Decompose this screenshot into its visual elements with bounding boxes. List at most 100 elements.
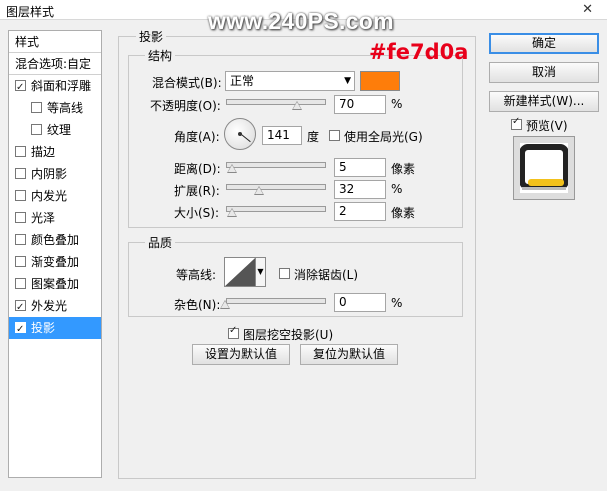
checkbox-inner-glow[interactable] xyxy=(15,190,26,201)
close-icon[interactable]: ✕ xyxy=(582,2,593,17)
style-item-inner-shadow[interactable]: 内阴影 xyxy=(9,163,101,185)
style-item-inner-glow[interactable]: 内发光 xyxy=(9,185,101,207)
preview-label: 预览(V) xyxy=(526,119,568,133)
style-item-label: 内阴影 xyxy=(31,167,68,181)
antialias-label: 消除锯齿(L) xyxy=(294,268,359,282)
contour-curve-icon xyxy=(225,258,255,286)
global-light-label: 使用全局光(G) xyxy=(344,130,423,144)
noise-input[interactable]: 0 xyxy=(334,293,386,312)
style-item-label: 等高线 xyxy=(47,101,84,115)
style-item-label: 颜色叠加 xyxy=(31,233,80,247)
knockout-checkbox[interactable] xyxy=(228,325,239,339)
checkbox-color-overlay[interactable] xyxy=(15,234,26,245)
angle-label: 角度(A): xyxy=(174,130,220,144)
style-item-bevel-emboss[interactable]: 斜面和浮雕 xyxy=(9,75,101,99)
style-item-label: 光泽 xyxy=(31,211,56,225)
checkbox-gradient-overlay[interactable] xyxy=(15,256,26,267)
noise-label: 杂色(N): xyxy=(174,298,221,312)
checkbox-texture[interactable] xyxy=(31,124,42,135)
chevron-down-icon: ▼ xyxy=(344,76,351,86)
blend-mode-value: 正常 xyxy=(230,74,255,88)
style-item-satin[interactable]: 光泽 xyxy=(9,207,101,229)
window-title: 图层样式 xyxy=(6,5,55,19)
style-item-label: 纹理 xyxy=(47,123,72,137)
style-item-outer-glow[interactable]: 外发光 xyxy=(9,295,101,319)
distance-label: 距离(D): xyxy=(174,162,221,176)
distance-unit: 像素 xyxy=(391,162,416,176)
style-item-texture[interactable]: 纹理 xyxy=(9,119,101,141)
reset-default-button[interactable]: 复位为默认值 xyxy=(300,344,398,365)
cancel-button[interactable]: 取消 xyxy=(489,62,599,83)
structure-title: 结构 xyxy=(145,47,176,64)
size-slider[interactable] xyxy=(226,206,326,212)
spread-label: 扩展(R): xyxy=(174,184,220,198)
make-default-button[interactable]: 设置为默认值 xyxy=(192,344,290,365)
checkbox-pattern-overlay[interactable] xyxy=(15,278,26,289)
style-item-label: 斜面和浮雕 xyxy=(31,79,92,93)
contour-label: 等高线: xyxy=(176,268,217,282)
style-item-label: 内发光 xyxy=(31,189,68,203)
style-item-gradient-overlay[interactable]: 渐变叠加 xyxy=(9,251,101,273)
style-item-label: 渐变叠加 xyxy=(31,255,80,269)
opacity-label: 不透明度(O): xyxy=(150,99,221,113)
style-list-header[interactable]: 样式 xyxy=(9,31,101,53)
contour-preview[interactable] xyxy=(224,257,256,287)
checkbox-stroke[interactable] xyxy=(15,146,26,157)
preview-checkbox[interactable] xyxy=(511,116,522,130)
new-style-button[interactable]: 新建样式(W)... xyxy=(489,91,599,112)
angle-dial[interactable] xyxy=(224,118,256,150)
checkbox-outer-glow[interactable] xyxy=(15,297,26,319)
knockout-label: 图层挖空投影(U) xyxy=(243,328,334,342)
size-slider-thumb[interactable] xyxy=(227,208,237,217)
global-light-checkbox[interactable] xyxy=(329,130,340,141)
distance-slider[interactable] xyxy=(226,162,326,168)
spread-slider[interactable] xyxy=(226,184,326,190)
spread-unit: % xyxy=(391,182,403,196)
style-item-label: 描边 xyxy=(31,145,56,159)
style-item-label: 投影 xyxy=(31,321,56,335)
watermark: www.240PS.com xyxy=(208,8,394,34)
style-item-label: 图案叠加 xyxy=(31,277,80,291)
shadow-color-swatch[interactable] xyxy=(360,71,400,91)
size-unit: 像素 xyxy=(391,206,416,220)
blend-mode-select[interactable]: 正常 ▼ xyxy=(225,71,355,91)
antialias-checkbox[interactable] xyxy=(279,268,290,279)
size-label: 大小(S): xyxy=(174,206,220,220)
angle-dial-center xyxy=(238,132,242,136)
distance-slider-thumb[interactable] xyxy=(227,164,237,173)
style-item-color-overlay[interactable]: 颜色叠加 xyxy=(9,229,101,251)
style-item-drop-shadow[interactable]: 投影 xyxy=(9,317,101,341)
chevron-down-icon: ▼ xyxy=(257,267,264,276)
quality-title: 品质 xyxy=(145,234,176,251)
opacity-unit: % xyxy=(391,97,403,111)
checkbox-bevel-emboss[interactable] xyxy=(15,77,26,99)
noise-slider-thumb[interactable] xyxy=(220,300,230,309)
blending-options-item[interactable]: 混合选项:自定 xyxy=(9,53,101,75)
ok-button[interactable]: 确定 xyxy=(489,33,599,54)
preview-shape-icon xyxy=(519,144,569,190)
opacity-slider[interactable] xyxy=(226,99,326,105)
spread-slider-thumb[interactable] xyxy=(254,186,264,195)
checkbox-drop-shadow[interactable] xyxy=(15,319,26,341)
color-hex-annotation: #fe7d0a xyxy=(369,40,469,64)
style-item-pattern-overlay[interactable]: 图案叠加 xyxy=(9,273,101,295)
checkbox-inner-shadow[interactable] xyxy=(15,168,26,179)
drop-shadow-title: 投影 xyxy=(136,28,167,45)
style-item-stroke[interactable]: 描边 xyxy=(9,141,101,163)
checkbox-contour[interactable] xyxy=(31,102,42,113)
opacity-slider-thumb[interactable] xyxy=(292,101,302,110)
distance-input[interactable]: 5 xyxy=(334,158,386,177)
spread-input[interactable]: 32 xyxy=(334,180,386,199)
noise-slider[interactable] xyxy=(226,298,326,304)
style-list: 样式 混合选项:自定 斜面和浮雕 等高线 纹理 描边 内阴影 内发光 光泽 颜色… xyxy=(8,30,102,478)
angle-unit: 度 xyxy=(307,130,320,144)
blend-mode-label: 混合模式(B): xyxy=(152,76,222,90)
contour-dropdown[interactable]: ▼ xyxy=(256,257,266,287)
size-input[interactable]: 2 xyxy=(334,202,386,221)
style-item-contour[interactable]: 等高线 xyxy=(9,97,101,119)
opacity-input[interactable]: 70 xyxy=(334,95,386,114)
angle-input[interactable]: 141 xyxy=(262,126,302,145)
style-preview-thumbnail xyxy=(513,136,575,200)
style-preview-image xyxy=(519,143,569,193)
checkbox-satin[interactable] xyxy=(15,212,26,223)
